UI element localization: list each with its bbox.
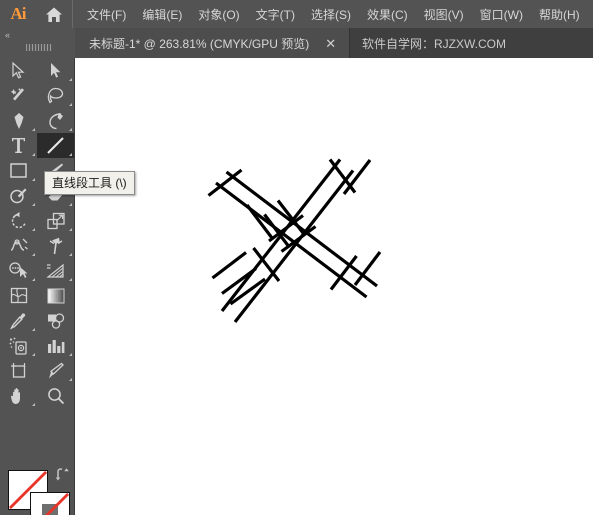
document-canvas[interactable]: [75, 58, 593, 515]
document-tab-bar: « 未标题-1* @ 263.81% (CMYK/GPU 预览) ✕ 软件自学网…: [0, 28, 593, 58]
menu-object[interactable]: 对象(O): [190, 0, 247, 28]
menu-window[interactable]: 窗口(W): [472, 0, 531, 28]
rectangle-tool[interactable]: [0, 158, 37, 183]
home-icon[interactable]: [36, 0, 72, 28]
selection-tool[interactable]: [0, 58, 37, 83]
menu-file[interactable]: 文件(F): [79, 0, 134, 28]
app-logo: Ai: [10, 4, 27, 23]
mesh-tool[interactable]: [0, 283, 37, 308]
collapse-panel-icon[interactable]: «: [5, 30, 10, 40]
flyout-indicator-icon: [69, 128, 72, 131]
menu-item-list: 文件(F) 编辑(E) 对象(O) 文字(T) 选择(S) 效果(C) 视图(V…: [79, 0, 588, 28]
artwork-line-segment[interactable]: [211, 251, 247, 280]
lasso-tool[interactable]: [37, 83, 74, 108]
gradient-tool[interactable]: [37, 283, 74, 308]
flyout-indicator-icon: [69, 228, 72, 231]
free-transform-tool[interactable]: [37, 233, 74, 258]
tool-grid: [0, 58, 75, 408]
flyout-indicator-icon: [69, 278, 72, 281]
slice-tool[interactable]: [37, 358, 74, 383]
width-tool[interactable]: [0, 233, 37, 258]
menu-edit[interactable]: 编辑(E): [134, 0, 190, 28]
shape-builder-tool[interactable]: [0, 258, 37, 283]
artwork-line-pattern[interactable]: [75, 58, 593, 515]
flyout-indicator-icon: [69, 353, 72, 356]
stroke-swatch[interactable]: [30, 492, 70, 515]
direct-selection-tool[interactable]: [37, 58, 74, 83]
toolpanel-drag-grip[interactable]: [26, 44, 52, 51]
flyout-indicator-icon: [32, 178, 35, 181]
shaper-tool[interactable]: [0, 183, 37, 208]
flyout-indicator-icon: [69, 378, 72, 381]
stroke-swatch-inner: [42, 504, 58, 515]
line-segment-tool[interactable]: [37, 133, 74, 158]
document-tab[interactable]: 未标题-1* @ 263.81% (CMYK/GPU 预览) ✕: [75, 28, 351, 58]
tool-tooltip: 直线段工具 (\): [44, 171, 135, 195]
flyout-indicator-icon: [32, 403, 35, 406]
flyout-indicator-icon: [69, 253, 72, 256]
artwork-line-segment[interactable]: [328, 158, 357, 194]
menu-effect[interactable]: 效果(C): [359, 0, 416, 28]
pen-tool[interactable]: [0, 108, 37, 133]
flyout-indicator-icon: [69, 203, 72, 206]
zoom-tool[interactable]: [37, 383, 74, 408]
flyout-indicator-icon: [32, 253, 35, 256]
magic-wand-tool[interactable]: [0, 83, 37, 108]
flyout-indicator-icon: [32, 128, 35, 131]
flyout-indicator-icon: [32, 328, 35, 331]
menu-type[interactable]: 文字(T): [248, 0, 303, 28]
symbol-sprayer-tool[interactable]: [0, 333, 37, 358]
toolpanel-header: «: [0, 28, 75, 58]
tools-panel: [0, 58, 75, 515]
illustrator-window: Ai 文件(F) 编辑(E) 对象(O) 文字(T) 选择(S) 效果(C) 视…: [0, 0, 593, 515]
blend-tool[interactable]: [37, 308, 74, 333]
color-controls: [0, 463, 75, 515]
flyout-indicator-icon: [32, 278, 35, 281]
curvature-tool[interactable]: [37, 108, 74, 133]
artboard-tool[interactable]: [0, 358, 37, 383]
flyout-indicator-icon: [69, 103, 72, 106]
flyout-indicator-icon: [69, 153, 72, 156]
close-icon[interactable]: ✕: [325, 37, 336, 50]
type-tool[interactable]: [0, 133, 37, 158]
perspective-grid-tool[interactable]: [37, 258, 74, 283]
menu-divider: [72, 0, 73, 28]
flyout-indicator-icon: [32, 153, 35, 156]
rotate-tool[interactable]: [0, 208, 37, 233]
flyout-indicator-icon: [32, 353, 35, 356]
flyout-indicator-icon: [69, 78, 72, 81]
flyout-indicator-icon: [32, 228, 35, 231]
menu-view[interactable]: 视图(V): [416, 0, 472, 28]
swap-fill-stroke-icon[interactable]: [54, 467, 70, 481]
document-tab-title: 未标题-1* @ 263.81% (CMYK/GPU 预览): [89, 36, 310, 51]
menu-help[interactable]: 帮助(H): [531, 0, 588, 28]
scale-tool[interactable]: [37, 208, 74, 233]
eyedropper-tool[interactable]: [0, 308, 37, 333]
flyout-indicator-icon: [32, 203, 35, 206]
watermark-text: 软件自学网：RJZXW.COM: [362, 36, 506, 51]
menu-select[interactable]: 选择(S): [303, 0, 359, 28]
hand-tool[interactable]: [0, 383, 37, 408]
column-graph-tool[interactable]: [37, 333, 74, 358]
menu-bar: Ai 文件(F) 编辑(E) 对象(O) 文字(T) 选择(S) 效果(C) 视…: [0, 0, 593, 28]
